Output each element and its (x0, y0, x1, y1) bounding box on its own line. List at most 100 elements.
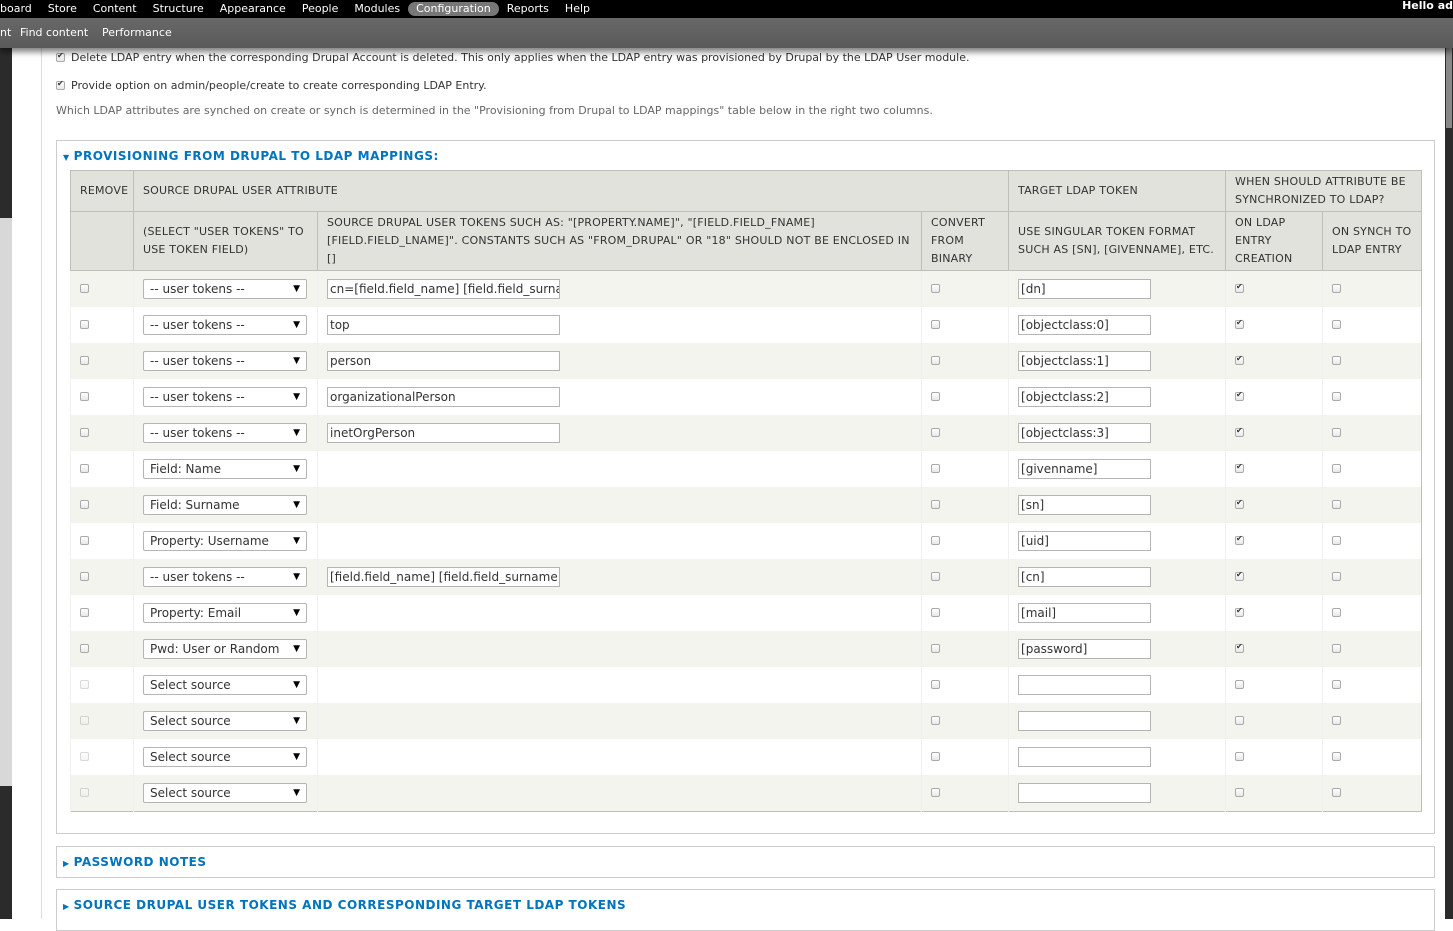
remove-checkbox[interactable] (80, 283, 89, 293)
on-synch-checkbox[interactable] (1332, 535, 1342, 545)
on-creation-checkbox[interactable] (1235, 498, 1245, 509)
on-synch-checkbox[interactable] (1332, 751, 1342, 761)
source-select[interactable]: -- user tokens -- ▼ (143, 351, 307, 371)
on-synch-checkbox[interactable] (1332, 643, 1342, 653)
on-creation-checkbox[interactable] (1235, 570, 1245, 581)
target-token-input[interactable]: [password] (1018, 639, 1152, 659)
toolbar-item-appearance[interactable]: Appearance (212, 2, 294, 16)
target-token-input[interactable] (1018, 747, 1152, 767)
on-synch-checkbox[interactable] (1332, 391, 1342, 401)
target-token-input[interactable] (1018, 675, 1152, 695)
remove-checkbox[interactable] (80, 751, 89, 761)
on-creation-checkbox[interactable] (1235, 787, 1245, 797)
convert-binary-checkbox[interactable] (931, 463, 940, 473)
remove-checkbox[interactable] (80, 319, 89, 329)
source-select[interactable]: Pwd: User or Random ▼ (143, 639, 307, 659)
source-token-input[interactable]: [field.field_name] [field.field_surname] (327, 567, 560, 587)
source-select[interactable]: Select source ▼ (143, 747, 307, 767)
on-creation-checkbox[interactable] (1235, 751, 1245, 761)
target-token-input[interactable]: [objectclass:3] (1018, 423, 1152, 443)
on-synch-checkbox[interactable] (1332, 715, 1342, 725)
convert-binary-checkbox[interactable] (931, 391, 940, 401)
on-synch-checkbox[interactable] (1332, 355, 1342, 365)
remove-checkbox[interactable] (80, 679, 89, 689)
delete-ldap-checkbox[interactable] (56, 51, 65, 62)
toolbar-item-people[interactable]: People (294, 2, 347, 16)
on-synch-checkbox[interactable] (1332, 607, 1342, 617)
target-token-input[interactable]: [objectclass:2] (1018, 387, 1152, 407)
remove-checkbox[interactable] (80, 463, 89, 473)
on-creation-checkbox[interactable] (1235, 715, 1245, 725)
toolbar-item-content[interactable]: Content (85, 2, 145, 16)
convert-binary-checkbox[interactable] (931, 427, 940, 437)
remove-checkbox[interactable] (80, 715, 89, 725)
toolbar-item-board[interactable]: board (0, 2, 40, 16)
toolbar-item-store[interactable]: Store (40, 2, 85, 16)
on-creation-checkbox[interactable] (1235, 318, 1245, 329)
provide-option-checkbox[interactable] (56, 79, 65, 90)
source-token-input[interactable]: cn=[field.field_name] [field.field_surna… (327, 279, 560, 299)
source-select[interactable]: Field: Name ▼ (143, 459, 307, 479)
target-token-input[interactable]: [uid] (1018, 531, 1152, 551)
remove-checkbox[interactable] (80, 571, 89, 581)
source-token-input[interactable]: person (327, 351, 560, 371)
source-select[interactable]: -- user tokens -- ▼ (143, 387, 307, 407)
source-select[interactable]: -- user tokens -- ▼ (143, 567, 307, 587)
convert-binary-checkbox[interactable] (931, 499, 940, 509)
on-synch-checkbox[interactable] (1332, 571, 1342, 581)
remove-checkbox[interactable] (80, 499, 89, 509)
greeting[interactable]: Hello ad (1402, 0, 1453, 12)
on-creation-checkbox[interactable] (1235, 390, 1245, 401)
convert-binary-checkbox[interactable] (931, 571, 940, 581)
toolbar-item-configuration[interactable]: Configuration (408, 2, 499, 16)
shortcut-find-content[interactable]: Find content (20, 26, 88, 39)
remove-checkbox[interactable] (80, 355, 89, 365)
target-token-input[interactable] (1018, 783, 1152, 803)
on-creation-checkbox[interactable] (1235, 534, 1245, 545)
target-token-input[interactable]: [cn] (1018, 567, 1152, 587)
source-select[interactable]: Select source ▼ (143, 675, 307, 695)
source-select[interactable]: Property: Email ▼ (143, 603, 307, 623)
on-synch-checkbox[interactable] (1332, 463, 1342, 473)
shortcut-add-content[interactable]: nt (0, 26, 11, 39)
source-select[interactable]: -- user tokens -- ▼ (143, 423, 307, 443)
on-synch-checkbox[interactable] (1332, 319, 1342, 329)
source-token-input[interactable]: organizationalPerson (327, 387, 560, 407)
source-select[interactable]: -- user tokens -- ▼ (143, 279, 307, 299)
target-token-input[interactable]: [objectclass:1] (1018, 351, 1152, 371)
remove-checkbox[interactable] (80, 607, 89, 617)
source-token-input[interactable]: inetOrgPerson (327, 423, 560, 443)
target-token-input[interactable]: [mail] (1018, 603, 1152, 623)
on-creation-checkbox[interactable] (1235, 426, 1245, 437)
on-synch-checkbox[interactable] (1332, 283, 1342, 293)
convert-binary-checkbox[interactable] (931, 607, 940, 617)
source-select[interactable]: Select source ▼ (143, 711, 307, 731)
convert-binary-checkbox[interactable] (931, 319, 940, 329)
mappings-legend[interactable]: ▼ PROVISIONING FROM DRUPAL TO LDAP MAPPIN… (63, 149, 439, 163)
password-notes-legend[interactable]: ▶ PASSWORD NOTES (63, 855, 206, 869)
target-token-input[interactable]: [objectclass:0] (1018, 315, 1152, 335)
tokens-legend[interactable]: ▶ SOURCE DRUPAL USER TOKENS AND CORRESPON… (63, 898, 626, 912)
convert-binary-checkbox[interactable] (931, 715, 940, 725)
source-select[interactable]: Select source ▼ (143, 783, 307, 803)
toolbar-item-help[interactable]: Help (557, 2, 598, 16)
target-token-input[interactable]: [sn] (1018, 495, 1152, 515)
source-select[interactable]: Property: Username ▼ (143, 531, 307, 551)
on-synch-checkbox[interactable] (1332, 787, 1342, 797)
scrollbar-track[interactable] (1445, 48, 1453, 919)
on-creation-checkbox[interactable] (1235, 642, 1245, 653)
remove-checkbox[interactable] (80, 535, 89, 545)
convert-binary-checkbox[interactable] (931, 643, 940, 653)
toolbar-item-reports[interactable]: Reports (499, 2, 557, 16)
source-token-input[interactable]: top (327, 315, 560, 335)
on-creation-checkbox[interactable] (1235, 462, 1245, 473)
convert-binary-checkbox[interactable] (931, 679, 940, 689)
on-creation-checkbox[interactable] (1235, 282, 1245, 293)
convert-binary-checkbox[interactable] (931, 787, 940, 797)
on-synch-checkbox[interactable] (1332, 499, 1342, 509)
convert-binary-checkbox[interactable] (931, 355, 940, 365)
source-select[interactable]: -- user tokens -- ▼ (143, 315, 307, 335)
target-token-input[interactable]: [givenname] (1018, 459, 1152, 479)
target-token-input[interactable] (1018, 711, 1152, 731)
scrollbar-thumb[interactable] (1446, 48, 1452, 128)
